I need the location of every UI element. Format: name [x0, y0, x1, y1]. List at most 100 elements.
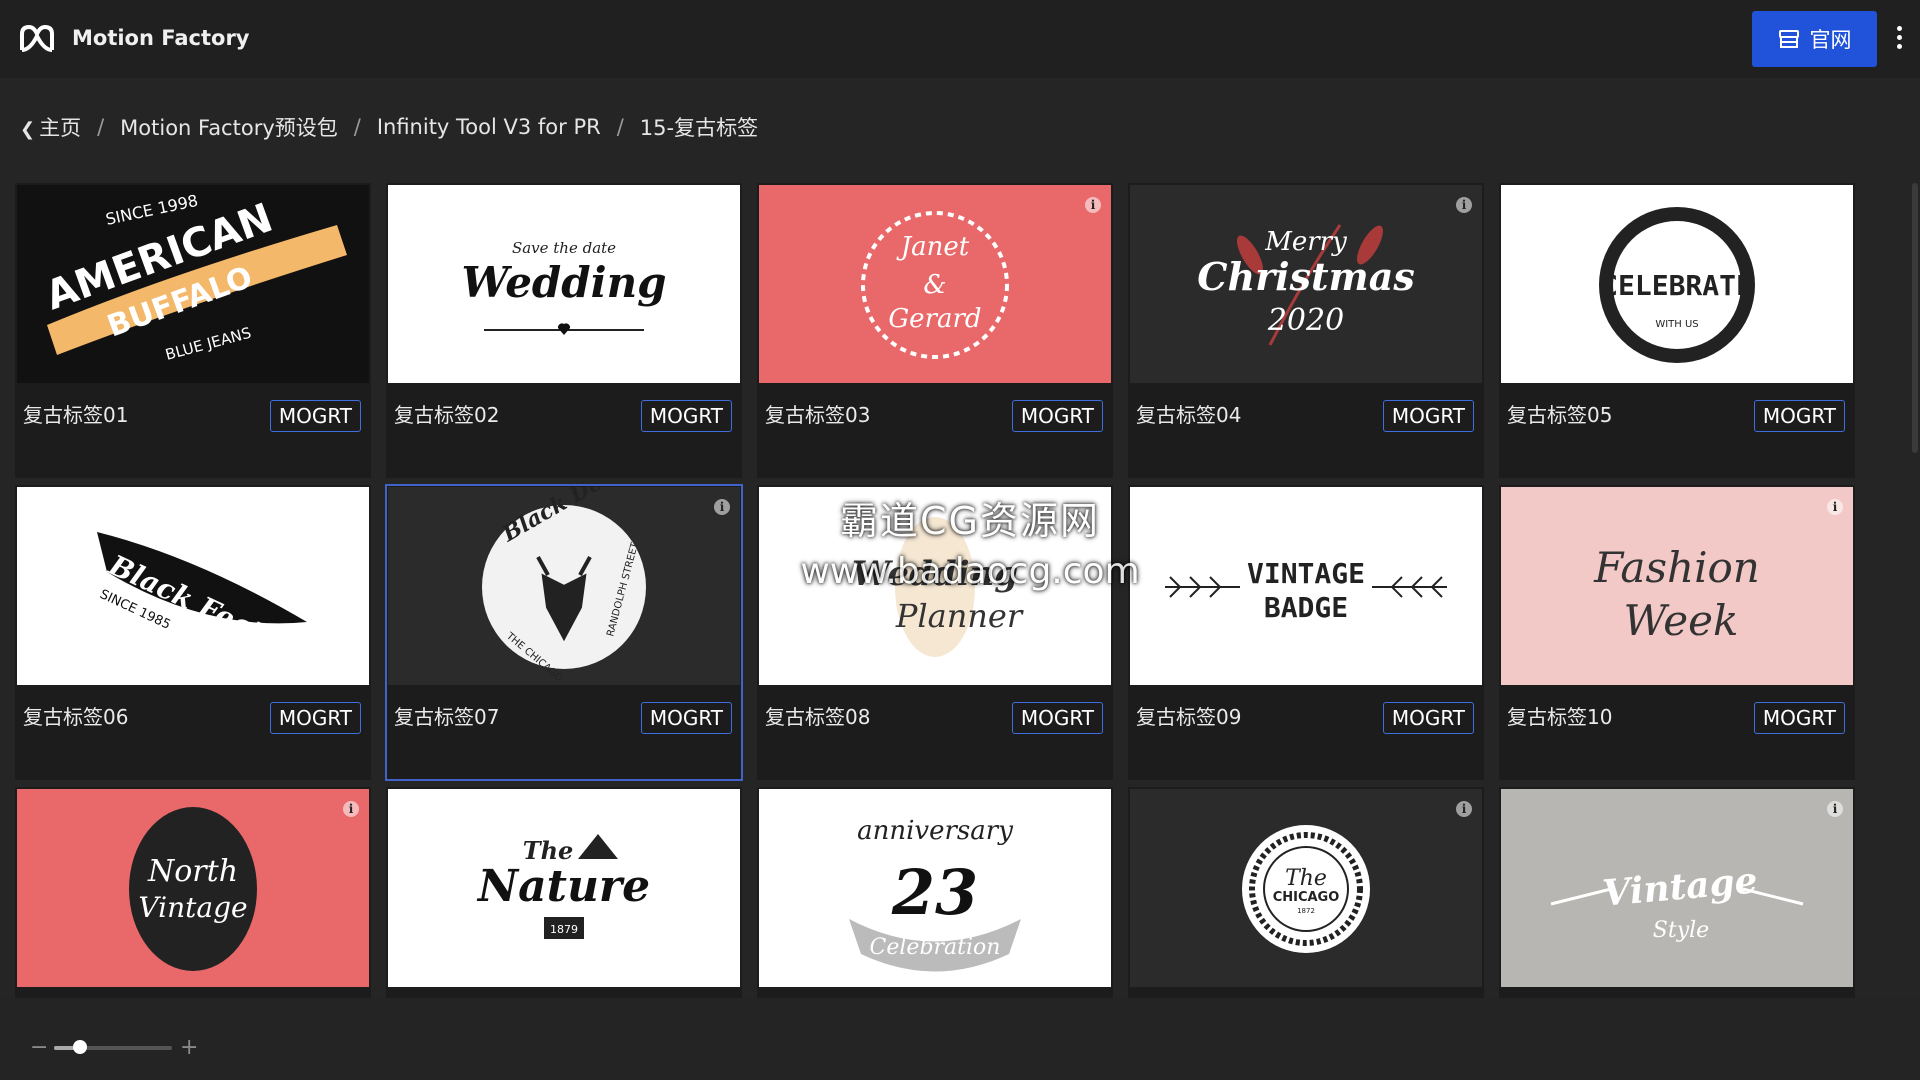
motion-factory-logo-icon: [20, 25, 54, 52]
template-card[interactable]: VINTAGE BADGE 复古标签09 MOGRT: [1128, 485, 1484, 780]
thumb-text: 2020: [1267, 303, 1344, 338]
mogrt-button[interactable]: MOGRT: [1011, 400, 1103, 432]
thumb-text: 23: [891, 856, 978, 929]
info-icon[interactable]: i: [1456, 197, 1472, 213]
template-thumbnail: SINCE 1998 AMERICAN BUFFALO BLUE JEANS: [17, 185, 369, 383]
mogrt-button[interactable]: MOGRT: [269, 702, 361, 734]
template-card[interactable]: The Nature 1879: [386, 787, 742, 998]
thumb-text: Fashion: [1593, 543, 1760, 592]
template-name: 复古标签06: [23, 705, 129, 729]
template-thumbnail: Save the date Wedding: [388, 185, 740, 383]
template-card[interactable]: Save the date Wedding 复古标签02 MOGRT: [386, 183, 742, 478]
info-icon[interactable]: i: [1827, 801, 1843, 817]
thumb-text: Wedding: [852, 554, 1018, 594]
template-name: 复古标签07: [394, 705, 500, 729]
thumb-text: 1872: [1297, 907, 1315, 915]
thumb-text: &: [923, 270, 946, 300]
bottom-bar: [0, 998, 1920, 1080]
template-name: 复古标签09: [1136, 705, 1242, 729]
template-thumbnail: Fashion Week i: [1501, 487, 1853, 685]
top-bar: Motion Factory 官网: [0, 0, 1920, 78]
template-card[interactable]: Janet & Gerard i 复古标签03 MOGRT: [757, 183, 1113, 478]
template-card[interactable]: Merry Christmas 2020 i 复古标签04 MOGRT: [1128, 183, 1484, 478]
thumb-text: Gerard: [888, 304, 981, 334]
mogrt-button[interactable]: MOGRT: [640, 702, 732, 734]
mogrt-button[interactable]: MOGRT: [640, 400, 732, 432]
template-thumbnail: anniversary 23 Celebration: [759, 789, 1111, 987]
thumb-text: anniversary: [857, 816, 1013, 846]
breadcrumb-infinity-tool[interactable]: Infinity Tool V3 for PR: [377, 115, 601, 139]
template-name: 复古标签01: [23, 403, 129, 427]
template-name: 复古标签02: [394, 403, 500, 427]
template-card[interactable]: Fashion Week i 复古标签10 MOGRT: [1499, 485, 1855, 780]
template-name: 复古标签08: [765, 705, 871, 729]
template-grid: SINCE 1998 AMERICAN BUFFALO BLUE JEANS 复…: [15, 183, 1860, 998]
zoom-slider-track[interactable]: [54, 1039, 172, 1054]
info-icon[interactable]: i: [714, 499, 730, 515]
thumb-text: Celebration: [870, 935, 1001, 960]
breadcrumb-preset-pack[interactable]: Motion Factory预设包: [120, 112, 338, 142]
template-card[interactable]: Wedding Planner 复古标签08 MOGRT: [757, 485, 1113, 780]
official-site-label: 官网: [1809, 28, 1852, 52]
template-card[interactable]: North Vintage i: [15, 787, 371, 998]
template-thumbnail: Merry Christmas 2020 i: [1130, 185, 1482, 383]
template-thumbnail: The CHICAGO 1872 i: [1130, 789, 1482, 987]
template-card[interactable]: The CHICAGO 1872 i: [1128, 787, 1484, 998]
grid-scrollbar[interactable]: [1912, 183, 1918, 453]
thumb-text: CELEBRATE: [1601, 269, 1753, 302]
mogrt-button[interactable]: MOGRT: [1382, 702, 1474, 734]
template-card[interactable]: Vintage Style i: [1499, 787, 1855, 998]
info-icon[interactable]: i: [343, 801, 359, 817]
store-icon: [1778, 30, 1799, 48]
thumb-text: WITH US: [1655, 319, 1698, 330]
template-card[interactable]: SINCE 1998 AMERICAN BUFFALO BLUE JEANS 复…: [15, 183, 371, 478]
info-icon[interactable]: i: [1827, 499, 1843, 515]
thumb-text: The: [1285, 866, 1327, 891]
info-icon[interactable]: i: [1085, 197, 1101, 213]
info-icon[interactable]: i: [1456, 801, 1472, 817]
template-name: 复古标签04: [1136, 403, 1242, 427]
thumb-text: Style: [1653, 918, 1709, 943]
template-name: 复古标签10: [1507, 705, 1613, 729]
mogrt-button[interactable]: MOGRT: [269, 400, 361, 432]
thumbnail-size-slider: − +: [30, 1035, 198, 1060]
mogrt-button[interactable]: MOGRT: [1753, 400, 1845, 432]
mogrt-button[interactable]: MOGRT: [1382, 400, 1474, 432]
template-thumbnail: The Nature 1879: [388, 789, 740, 987]
zoom-in-icon[interactable]: +: [180, 1035, 198, 1060]
app-title: Motion Factory: [72, 26, 250, 50]
template-thumbnail: Black Deer THE CHICAGO RANDOLPH STREET i: [388, 487, 740, 685]
chevron-left-icon: ❮: [20, 119, 36, 140]
thumb-text: Week: [1624, 596, 1739, 645]
thumb-text: Planner: [895, 597, 1024, 635]
thumb-text: BADGE: [1264, 591, 1348, 624]
template-thumbnail: Janet & Gerard i: [759, 185, 1111, 383]
template-card[interactable]: anniversary 23 Celebration: [757, 787, 1113, 998]
breadcrumb: ❮ 主页 / Motion Factory预设包 / Infinity Tool …: [20, 112, 758, 142]
template-card-selected[interactable]: Black Deer THE CHICAGO RANDOLPH STREET i…: [385, 484, 743, 781]
template-thumbnail: Black Feather SINCE 1985: [17, 487, 369, 685]
zoom-slider-handle[interactable]: [72, 1039, 87, 1054]
breadcrumb-home[interactable]: ❮ 主页: [20, 112, 81, 142]
more-menu-icon[interactable]: [1890, 22, 1908, 56]
mogrt-button[interactable]: MOGRT: [1011, 702, 1103, 734]
template-name: 复古标签05: [1507, 403, 1613, 427]
thumb-text: Nature: [476, 861, 650, 912]
thumb-text: 1879: [550, 923, 578, 936]
template-thumbnail: VINTAGE BADGE: [1130, 487, 1482, 685]
template-thumbnail: CELEBRATE WITH US: [1501, 185, 1853, 383]
template-thumbnail: Wedding Planner: [759, 487, 1111, 685]
thumb-text: VINTAGE: [1247, 557, 1365, 590]
thumb-text: Vintage: [138, 891, 247, 924]
template-thumbnail: North Vintage i: [17, 789, 369, 987]
template-thumbnail: Vintage Style i: [1501, 789, 1853, 987]
thumb-text: Janet: [896, 232, 970, 262]
template-card[interactable]: Black Feather SINCE 1985 复古标签06 MOGRT: [15, 485, 371, 780]
thumb-text: Christmas: [1197, 254, 1415, 299]
thumb-text: Wedding: [461, 258, 666, 307]
thumb-text: Save the date: [512, 239, 616, 257]
mogrt-button[interactable]: MOGRT: [1753, 702, 1845, 734]
zoom-out-icon[interactable]: −: [30, 1035, 48, 1060]
template-card[interactable]: CELEBRATE WITH US 复古标签05 MOGRT: [1499, 183, 1855, 478]
official-site-button[interactable]: 官网: [1752, 11, 1877, 67]
